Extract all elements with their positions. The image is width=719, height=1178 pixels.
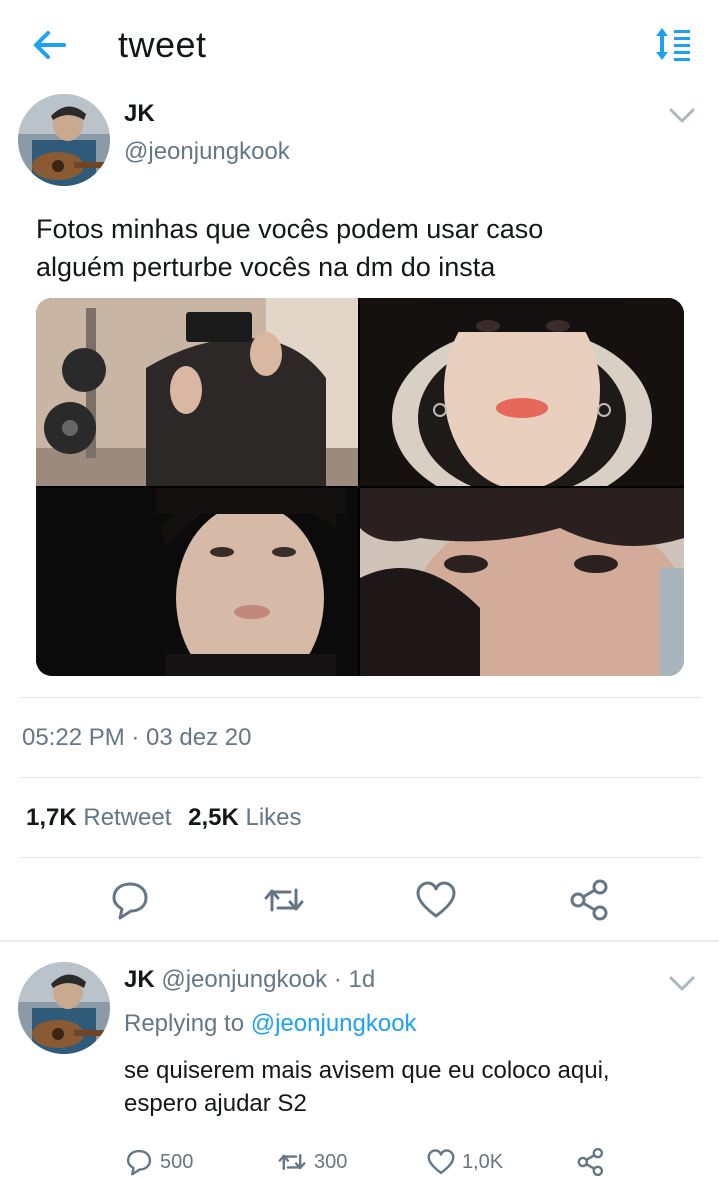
likes-count: 2,5K xyxy=(188,804,239,831)
tweet-options-button[interactable] xyxy=(668,106,696,126)
retweet-icon xyxy=(278,1153,306,1171)
reply-icon xyxy=(112,882,148,920)
retweet-button[interactable] xyxy=(262,878,306,922)
divider xyxy=(20,697,702,698)
avatar[interactable] xyxy=(18,94,110,186)
photo-3[interactable] xyxy=(36,488,358,676)
tweet-stats: 1,7K Retweet 2,5K Likes xyxy=(26,804,312,832)
author-handle[interactable]: @jeonjungkook xyxy=(124,138,290,166)
reply-text-line: espero ajudar S2 xyxy=(124,1090,307,1117)
avatar[interactable] xyxy=(18,962,110,1054)
retweet-icon xyxy=(264,888,304,912)
sort-list-icon xyxy=(656,28,690,61)
section-divider xyxy=(0,940,719,942)
photo-4[interactable] xyxy=(360,488,684,676)
share-button[interactable] xyxy=(568,878,612,922)
like-button[interactable] xyxy=(414,878,458,922)
photo-1[interactable] xyxy=(36,298,358,486)
reply-count: 500 xyxy=(160,1150,194,1173)
share-icon xyxy=(577,1147,604,1177)
arrow-left-icon xyxy=(34,31,66,59)
sort-button[interactable] xyxy=(652,26,694,64)
retweets-stat[interactable]: 1,7K Retweet xyxy=(26,804,171,831)
tweet-text: Fotos minhas que vocês podem usar caso a… xyxy=(36,210,686,286)
chevron-down-icon xyxy=(669,976,695,991)
reply-icon xyxy=(126,1149,152,1176)
back-button[interactable] xyxy=(30,28,70,62)
like-count: 1,0K xyxy=(462,1150,504,1173)
likes-stat[interactable]: 2,5K Likes xyxy=(188,804,301,831)
replying-prefix: Replying to xyxy=(124,1010,245,1037)
heart-icon xyxy=(427,1149,455,1175)
reply-author-name[interactable]: JK xyxy=(124,966,155,993)
reply-header: JK @jeonjungkook · 1d xyxy=(124,966,375,994)
retweet-count: 300 xyxy=(314,1150,348,1173)
page-title: tweet xyxy=(118,24,207,65)
author-name[interactable]: JK xyxy=(124,100,155,128)
reply-share-button[interactable] xyxy=(576,1146,612,1178)
reply-reply-button[interactable]: 500 xyxy=(124,1146,193,1178)
reply-text: se quiserem mais avisem que eu coloco aq… xyxy=(124,1054,704,1120)
reply-handle-time: @jeonjungkook · 1d xyxy=(161,966,376,993)
top-app-bar: tweet xyxy=(0,0,719,90)
heart-icon xyxy=(416,881,456,918)
chevron-down-icon xyxy=(669,108,695,123)
media-grid xyxy=(36,298,684,676)
retweets-label: Retweet xyxy=(83,804,172,831)
reply-like-button[interactable]: 1,0K xyxy=(426,1146,503,1178)
tweet-timestamp: 05:22 PM · 03 dez 20 xyxy=(22,724,252,751)
divider xyxy=(20,857,702,858)
share-icon xyxy=(570,879,608,921)
replying-to: Replying to @jeonjungkook xyxy=(124,1010,417,1038)
reply-options-button[interactable] xyxy=(668,974,696,994)
replying-mention-link[interactable]: @jeonjungkook xyxy=(251,1010,417,1037)
reply-text-line: se quiserem mais avisem que eu coloco aq… xyxy=(124,1057,610,1084)
tweet-text-line: alguém perturbe vocês na dm do insta xyxy=(36,252,496,282)
reply-button[interactable] xyxy=(108,878,152,922)
reply-retweet-button[interactable]: 300 xyxy=(276,1146,347,1178)
retweets-count: 1,7K xyxy=(26,804,77,831)
likes-label: Likes xyxy=(245,804,302,831)
divider xyxy=(20,777,702,778)
tweet-text-line: Fotos minhas que vocês podem usar caso xyxy=(36,214,544,244)
photo-2[interactable] xyxy=(360,298,684,486)
